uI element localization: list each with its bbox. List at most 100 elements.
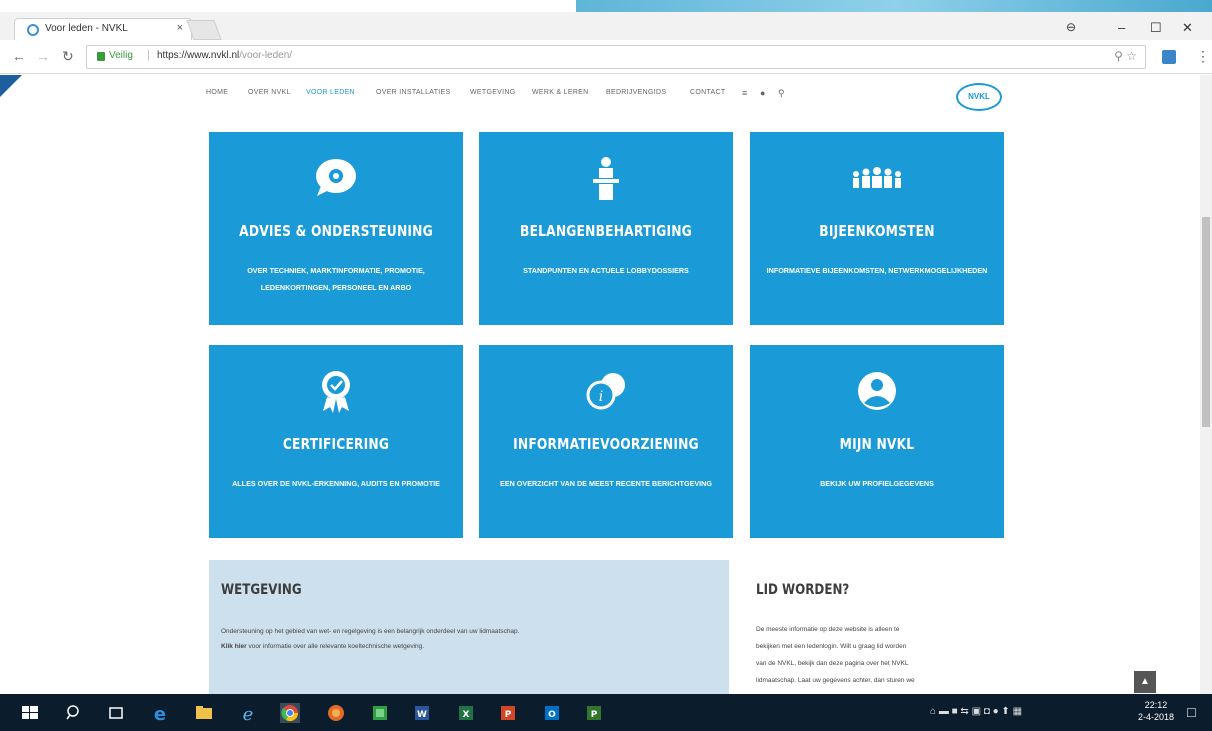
tile-title: BELANGENBEHARTIGING: [520, 222, 692, 240]
tile-subtitle: EEN OVERZICHT VAN DE MEEST RECENTE BERIC…: [500, 479, 712, 488]
notifications-icon[interactable]: ☐: [1186, 706, 1197, 720]
desktop-wallpaper-strip: [576, 0, 1212, 12]
tile-informatievoorziening[interactable]: i INFORMATIEVOORZIENING EEN OVERZICHT VA…: [479, 345, 733, 538]
nav-voor-leden[interactable]: VOOR LEDEN: [306, 89, 355, 96]
search-icon[interactable]: [64, 703, 84, 723]
windows-start-icon[interactable]: [20, 703, 40, 723]
taskbar-clock[interactable]: 22:12 2-4-2018: [1138, 699, 1174, 723]
menu-icon[interactable]: ⋮: [1196, 48, 1210, 65]
browser-tab[interactable]: Voor leden - NVKL ×: [14, 18, 192, 40]
separator: |: [147, 49, 150, 61]
new-tab-button[interactable]: [186, 20, 222, 40]
nvkl-logo[interactable]: NVKL: [956, 83, 1002, 111]
tile-mijn-nvkl[interactable]: MIJN NVKL BEKIJK UW PROFIELGEGEVENS: [750, 345, 1004, 538]
web-page: HOME OVER NVKL VOOR LEDEN OVER INSTALLAT…: [0, 75, 1212, 694]
scrollbar-thumb[interactable]: [1202, 217, 1210, 427]
tile-belangenbehartiging[interactable]: BELANGENBEHARTIGING STANDPUNTEN EN ACTUE…: [479, 132, 733, 325]
user-circle-icon: [858, 372, 896, 410]
address-bar[interactable]: Veilig | https://www.nvkl.nl/voor-leden/…: [86, 45, 1146, 69]
excel-icon[interactable]: X: [456, 703, 476, 723]
svg-text:O: O: [548, 710, 556, 720]
minimize-button[interactable]: –: [1118, 20, 1125, 35]
info-bubble-icon: i: [586, 373, 625, 410]
internet-explorer-icon[interactable]: e: [238, 703, 258, 723]
speaker-podium-icon: [593, 157, 619, 200]
nav-over-installaties[interactable]: OVER INSTALLATIES: [376, 89, 450, 96]
app-icon[interactable]: [326, 703, 346, 723]
url-text: https://www.nvkl.nl/voor-leden/: [157, 50, 293, 61]
tile-subtitle: ALLES OVER DE NVKL-ERKENNING, AUDITS EN …: [232, 479, 440, 488]
tile-subtitle: INFORMATIEVE BIJEENKOMSTEN, NETWERKMOGEL…: [766, 266, 988, 275]
klik-hier-link[interactable]: Klik hier: [221, 643, 247, 650]
system-tray-icons[interactable]: ⌂ ▬ ■ ⇆ ▣ ◘ ● ⬆ ▦: [930, 706, 1022, 717]
nav-bedrijvengids[interactable]: BEDRIJVENGIDS: [606, 89, 666, 96]
tile-title: INFORMATIEVOORZIENING: [513, 435, 699, 453]
chat-icon[interactable]: ●: [760, 88, 766, 98]
word-icon[interactable]: W: [412, 703, 432, 723]
tile-advies[interactable]: ADVIES & ONDERSTEUNING OVER TECHNIEK, MA…: [209, 132, 463, 325]
nav-werk-leren[interactable]: WERK & LEREN: [532, 89, 589, 96]
reload-icon[interactable]: ↻: [62, 48, 74, 65]
nav-contact[interactable]: CONTACT: [690, 89, 725, 96]
lid-text-line: bekijken met een ledenlogin. Wilt u graa…: [756, 643, 907, 650]
corner-ribbon: [0, 75, 22, 97]
tile-title: BIJEENKOMSTEN: [819, 222, 935, 240]
tab-title: Voor leden - NVKL: [45, 23, 128, 34]
tile-subtitle: STANDPUNTEN EN ACTUELE LOBBYDOSSIERS: [523, 266, 689, 275]
lid-text-line: van de NVKL, bekijk dan deze pagina over…: [756, 660, 909, 667]
tile-bijeenkomsten[interactable]: BIJEENKOMSTEN INFORMATIEVE BIJEENKOMSTEN…: [750, 132, 1004, 325]
svg-text:X: X: [463, 710, 470, 720]
extension-icon[interactable]: [1162, 50, 1176, 64]
wetgeving-panel: WETGEVING Ondersteuning op het gebied va…: [209, 560, 729, 694]
nav-wetgeving[interactable]: WETGEVING: [470, 89, 515, 96]
lid-text-line: lidmaatschap. Laat uw gegevens achter, d…: [756, 677, 915, 684]
award-badge-icon: [322, 371, 350, 413]
file-explorer-icon[interactable]: [194, 703, 214, 723]
secure-label: Veilig: [109, 50, 133, 61]
tile-subtitle: BEKIJK UW PROFIELGEGEVENS: [820, 479, 934, 488]
clock-date: 2-4-2018: [1138, 712, 1175, 722]
hamburger-icon[interactable]: ≡: [742, 88, 748, 98]
svg-text:W: W: [417, 710, 427, 720]
powerpoint-icon[interactable]: P: [498, 703, 518, 723]
profile-icon[interactable]: ⊖: [1066, 20, 1076, 34]
tile-title: MIJN NVKL: [839, 435, 915, 453]
close-window-button[interactable]: ✕: [1182, 20, 1193, 36]
project-icon[interactable]: P: [584, 703, 604, 723]
browser-titlebar: Voor leden - NVKL × ⊖ – ☐ ✕: [0, 12, 1212, 40]
tile-title: CERTIFICERING: [282, 435, 390, 453]
lock-icon: [97, 52, 105, 61]
wetgeving-title: WETGEVING: [221, 582, 302, 598]
page-scrollbar[interactable]: [1200, 75, 1212, 694]
back-icon[interactable]: ←: [12, 48, 26, 64]
browser-toolbar: ← → ↻ Veilig | https://www.nvkl.nl/voor-…: [0, 40, 1212, 74]
outlook-icon[interactable]: O: [542, 703, 562, 723]
wetgeving-text: Ondersteuning op het gebied van wet- en …: [221, 628, 520, 635]
favicon-icon: [27, 24, 39, 36]
forward-icon[interactable]: →: [36, 48, 50, 64]
chrome-icon[interactable]: [280, 703, 300, 723]
task-view-icon[interactable]: [106, 703, 126, 723]
wetgeving-text-2: Klik hier voor informatie over alle rele…: [221, 643, 425, 650]
tile-subtitle: OVER TECHNIEK, MARKTINFORMATIE, PROMOTIE…: [247, 266, 425, 292]
nav-home[interactable]: HOME: [206, 89, 228, 96]
maximize-button[interactable]: ☐: [1150, 20, 1162, 36]
bookmark-star-icon[interactable]: ⚲ ☆: [1114, 49, 1137, 63]
tile-title: ADVIES & ONDERSTEUNING: [239, 222, 433, 240]
lid-worden-title: LID WORDEN?: [756, 582, 850, 598]
svg-text:e: e: [243, 704, 254, 723]
svg-text:i: i: [599, 389, 603, 405]
svg-text:P: P: [505, 710, 512, 720]
scroll-to-top-button[interactable]: ▲: [1134, 671, 1156, 693]
tab-close-icon[interactable]: ×: [177, 22, 183, 34]
search-icon[interactable]: ⚲: [778, 88, 785, 99]
nav-over-nvkl[interactable]: OVER NVKL: [248, 89, 291, 96]
tile-certificering[interactable]: CERTIFICERING ALLES OVER DE NVKL-ERKENNI…: [209, 345, 463, 538]
edge-icon[interactable]: e: [150, 703, 170, 723]
chat-gear-icon: [316, 159, 356, 196]
lid-worden-panel: LID WORDEN? De meeste informatie op deze…: [756, 560, 1006, 694]
svg-text:P: P: [591, 710, 598, 720]
windows-taskbar: e e W X P O P ⌂ ▬ ■ ⇆ ▣ ◘ ● ⬆ ▦ 22:12 2-…: [0, 694, 1212, 731]
green-app-icon[interactable]: [370, 703, 390, 723]
clock-time: 22:12: [1144, 700, 1168, 710]
